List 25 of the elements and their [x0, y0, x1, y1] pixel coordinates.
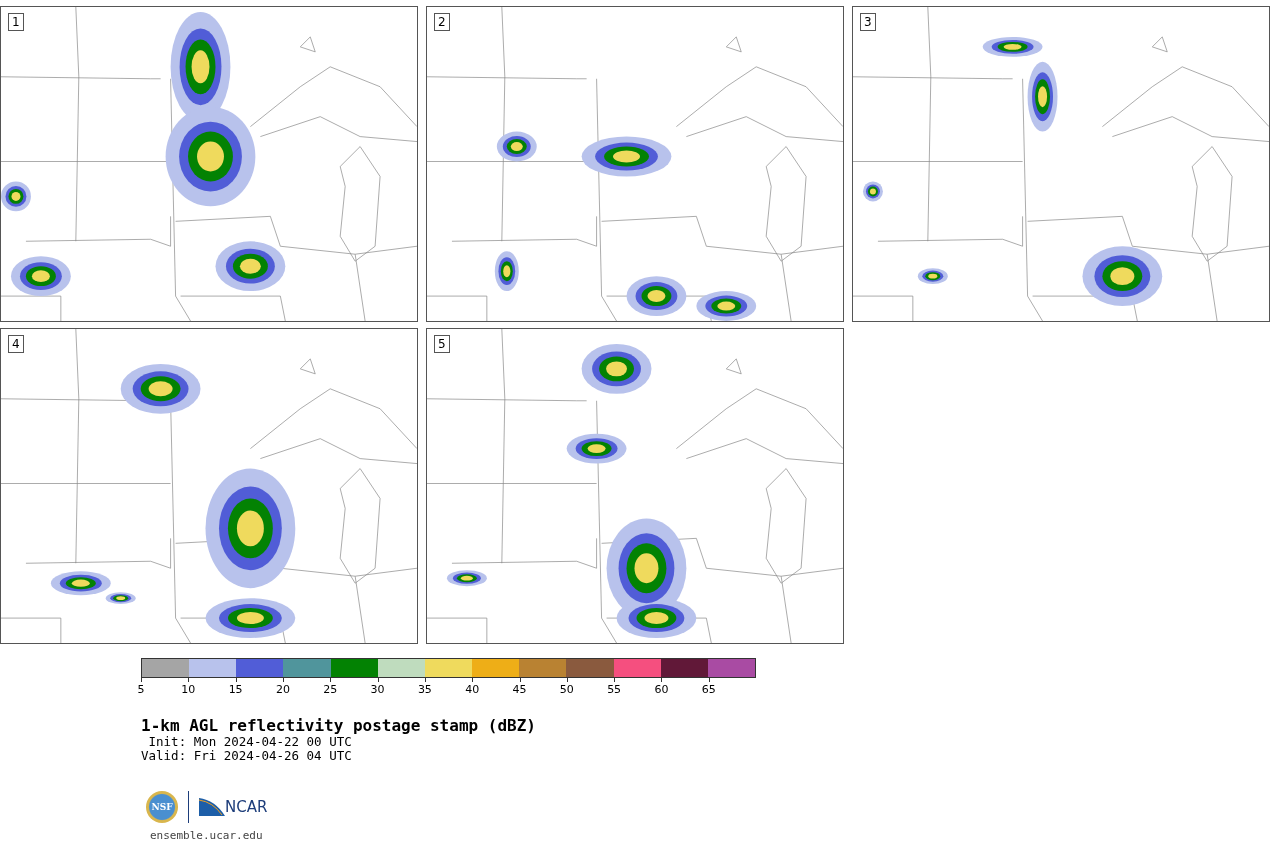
scale-tick-label: 65	[701, 683, 716, 696]
panel-number: 2	[434, 13, 450, 31]
scale-tick-label: 45	[512, 683, 527, 696]
scale-tick-label: 40	[465, 683, 480, 696]
panel-number: 4	[8, 335, 24, 353]
scale-tick-label: 55	[607, 683, 622, 696]
panel-number: 1	[8, 13, 24, 31]
logo-text: NCAR	[225, 798, 268, 816]
scale-tick-label: 35	[417, 683, 432, 696]
scale-tick-label: 20	[275, 683, 290, 696]
scale-tick-label: 30	[370, 683, 385, 696]
chart-title: 1-km AGL reflectivity postage stamp (dBZ)	[141, 717, 537, 735]
site-url: ensemble.ucar.edu	[150, 829, 264, 842]
panel-number: 3	[860, 13, 876, 31]
panel-number: 5	[434, 335, 450, 353]
scale-tick-label: 25	[323, 683, 338, 696]
init-time: Init: Mon 2024-04-22 00 UTC	[147, 735, 353, 749]
scale-tick-label: 15	[228, 683, 243, 696]
scale-tick-label: 50	[559, 683, 574, 696]
seal-logo: NSF	[146, 791, 178, 823]
scale-tick-label: 10	[181, 683, 196, 696]
valid-time: Valid: Fri 2024-04-26 04 UTC	[141, 749, 353, 763]
scale-tick-label: 60	[654, 683, 669, 696]
swoosh-logo-icon	[199, 798, 225, 816]
scale-tick-label: 5	[137, 683, 145, 696]
